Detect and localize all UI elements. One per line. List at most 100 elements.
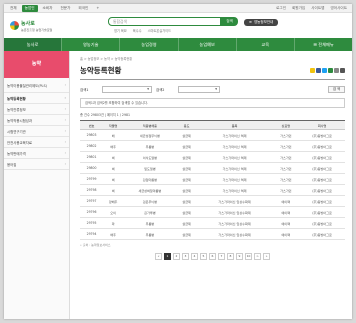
search-button[interactable]: 검색 [221,17,238,26]
table-cell: 살균제 [176,173,197,185]
chevron-right-icon: › [64,83,66,87]
nav-item-home[interactable]: 농사로 [4,38,62,51]
page-link[interactable]: 3 [182,253,189,260]
table-cell: (주)동방아그로 [299,184,345,196]
table-cell: 가스가마이신 입상수화제 [196,217,273,229]
tab-all[interactable]: 전체 [7,5,20,12]
blog-icon[interactable] [328,68,333,73]
col-header: 용도 [176,120,197,130]
table-row[interactable]: 29800 벼 잎도열병 살균제 가스가마이신 액제 가스가민 (주)동방아그로 [80,162,345,174]
sidebar-item-registration[interactable]: 농약등록현황 › [4,93,69,104]
sidebar-item-prices[interactable]: 농약판매가격 › [4,148,69,159]
page-link[interactable]: « [155,253,162,260]
table-row[interactable]: 29803 배 세균성점무늬병 살균제 가스가마이신 액제 가스가민 (주)동방아그로 [80,129,345,141]
add-tab-button[interactable]: + [93,5,102,11]
page-link[interactable]: 8 [227,253,234,260]
table-cell: (주)동방아그로 [299,140,345,152]
header: 농사로 농촌진흥청 농업기술포털 통합검색 검색 영기 육묘 육수수 스마트온실… [4,13,352,38]
search-area: 통합검색 검색 영기 육묘 육수수 스마트온실가이드 [108,17,238,33]
site-logo[interactable]: 농사로 농촌진흥청 농업기술포털 [10,20,70,32]
page-link[interactable]: 10 [245,253,252,260]
page-link[interactable]: » [263,253,270,260]
nav-item-management[interactable]: 농업경영 [119,38,177,51]
keyword-link[interactable]: 육수수 [133,28,142,33]
page-link[interactable]: 5 [200,253,207,260]
table-cell: (주)동방아그로 [299,151,345,163]
table-row[interactable]: 29796 오이 흰가루병 살균제 가스가마이신 입상수화제 에이팩 (주)동방아그로 [80,206,345,218]
page-link[interactable]: > [254,253,261,260]
page-link[interactable]: 6 [209,253,216,260]
chevron-right-icon: › [64,151,66,155]
table-cell: 검은무늬병 [123,195,177,207]
table-row[interactable]: 29795 파 무름병 살균제 가스가마이신 입상수화제 에이팩 (주)동방아그로 [80,217,345,229]
breadcrumb: 홈 > 농업정보 > 농약 > 농약등록현황 [80,57,133,61]
table-cell: 가스가민 [272,151,300,163]
col-header: 품목 [196,120,273,130]
link-icon[interactable] [334,68,339,73]
nav-item-tech[interactable]: 영농기술 [61,38,119,51]
sidebar-item-safety-edu[interactable]: 안전사용교육자료 › [4,137,69,148]
tab-expert[interactable]: 전문가 [57,5,73,12]
twitter-icon[interactable] [322,68,327,73]
table-cell: 가스가마이신 입상수화제 [196,206,273,218]
table-cell: (주)동방아그로 [299,173,345,185]
signup-link[interactable]: 회원가입 [290,6,307,11]
table-cell: 29800 [80,162,104,174]
chevron-right-icon: › [64,118,66,122]
farm-info-button[interactable]: ≡ 영농정보안내 [244,19,279,26]
filter-search-button[interactable]: 검 색 [328,86,345,93]
col-header: 번호 [80,120,104,130]
table-row[interactable]: 29797 양배추 검은무늬병 살균제 가스가마이신 입상수화제 에이팩 (주)동방아그로 [80,195,345,207]
page-link[interactable]: 2 [173,253,180,260]
page-link[interactable]: 4 [191,253,198,260]
table-cell: 세균성점무늬병 [123,129,177,141]
logo-icon [10,21,19,30]
page-link[interactable]: 1 [164,253,171,260]
sidebar-item-pls[interactable]: 농약이용물질관리제도(PLS) › [4,78,69,93]
login-link[interactable]: 로그인 [274,6,288,11]
filter1-label: 검색1 [80,88,89,92]
facebook-icon[interactable] [316,68,321,73]
filter2-select[interactable]: ▾ [178,86,220,93]
table-cell: 파 [103,217,124,229]
sidebar-item-glossary[interactable]: 용어집 › [4,159,69,170]
keyword-link[interactable]: 스마트온실가이드 [148,28,171,33]
sitemap-link[interactable]: 사이트맵 [309,6,326,11]
table-cell: 에이팩 [272,195,300,207]
print-icon[interactable] [310,68,315,73]
table-row[interactable]: 29798 벼 세균성벼알마름병 살균제 가스가마이신 액제 가스가민 (주)동방아그로 [80,184,345,196]
source-note: • 출처 : 농약정보서비스 [80,243,111,247]
tab-farmer[interactable]: 농업인 [21,4,38,12]
keyword-link[interactable]: 영기 육묘 [114,28,127,33]
result-count: 총 건수 29803건 | 페이지 1 / 2981 [80,113,131,117]
nav-item-forecast[interactable]: 농업예보 [177,38,236,51]
table-row[interactable]: 29801 벼 이삭도열병 살균제 가스가마이신 액제 가스가민 (주)동방아그로 [80,151,345,163]
tab-foreigner[interactable]: 외국인 [75,5,91,12]
search-notice: 검색1과 검색2를 조합하여 검색할 수 있습니다. [80,98,345,108]
table-cell: 에이팩 [272,206,300,218]
table-row[interactable]: 29799 벼 흰잎마름병 살균제 가스가마이신 액제 가스가민 (주)동방아그로 [80,173,345,185]
search-input[interactable]: 통합검색 [108,17,221,26]
table-cell: 배추 [103,228,124,240]
filter2-label: 검색2 [156,88,165,92]
page-link[interactable]: 7 [218,253,225,260]
sidebar-heading: 농약 [4,51,69,78]
english-site-link[interactable]: 영어사이트 [328,6,349,11]
table-cell: (주)동방아그로 [299,195,345,207]
sidebar-item-test-results[interactable]: 농약작용시험성과 › [4,115,69,126]
print-page-icon[interactable] [340,68,345,73]
col-header: 적용병해충 [123,120,177,130]
filter1-select[interactable]: ▾ [102,86,152,93]
page-link[interactable]: 9 [236,253,243,260]
table-cell: 가스가민 [272,140,300,152]
table-row[interactable]: 29802 배추 무름병 살균제 가스가마이신 액제 가스가민 (주)동방아그로 [80,140,345,152]
sidebar-item-institutions[interactable]: 시험연구기관 › [4,126,69,137]
table-cell: 29797 [80,195,104,207]
tab-consumer[interactable]: 소비자 [40,5,56,12]
table-row[interactable]: 29794 배추 무름병 살균제 가스가마이신 입상수화제 에이팩 (주)동방아그로 [80,228,345,240]
logo-text: 농사로 [21,20,35,27]
nav-item-all-menu[interactable]: ☰ 전체메뉴 [293,38,352,51]
page-title: 농약등록현황 [80,66,122,75]
sidebar-item-residue[interactable]: 농약잔류정보 › [4,104,69,115]
nav-item-education[interactable]: 교육 [235,38,294,51]
